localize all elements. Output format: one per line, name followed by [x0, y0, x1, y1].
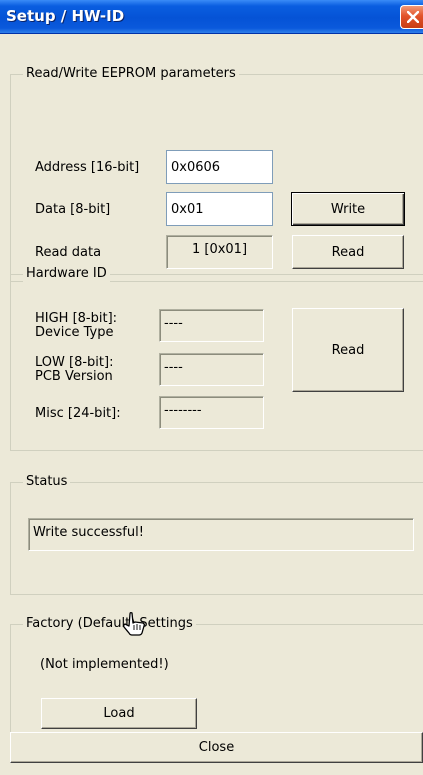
hardware-id-group-label: Hardware ID — [23, 266, 110, 282]
mouse-cursor-icon — [123, 612, 145, 636]
low-label-line2: PCB Version — [35, 369, 113, 384]
hardware-read-button[interactable]: Read — [292, 308, 404, 392]
hardware-id-group: Hardware ID HIGH [8-bit]: Device Type --… — [10, 266, 423, 451]
eeprom-read-button[interactable]: Read — [292, 235, 404, 269]
low-label-line1: LOW [8-bit]: — [35, 355, 114, 370]
misc-label: Misc [24-bit]: — [35, 406, 121, 421]
dialog-close-button[interactable]: Close — [10, 732, 423, 763]
eeprom-group: Read/Write EEPROM parameters Address [16… — [10, 66, 423, 282]
read-data-display: 1 [0x01] — [166, 235, 273, 269]
eeprom-group-label: Read/Write EEPROM parameters — [23, 66, 239, 82]
data-input[interactable] — [166, 192, 273, 226]
load-button[interactable]: Load — [41, 698, 197, 729]
status-message: Write successful! — [28, 518, 414, 551]
high-label-line2: Device Type — [35, 325, 114, 340]
status-group-label: Status — [23, 474, 71, 490]
high-label-line1: HIGH [8-bit]: — [35, 311, 118, 326]
address-input[interactable] — [166, 150, 273, 184]
address-label: Address [16-bit] — [35, 160, 140, 175]
write-button[interactable]: Write — [291, 192, 405, 226]
factory-note: (Not implemented!) — [40, 657, 169, 672]
low-label: LOW [8-bit]: PCB Version — [35, 356, 113, 384]
factory-group: Factory (Default) Settings (Not implemen… — [10, 616, 423, 747]
title-bar: Setup / HW-ID — [0, 0, 423, 34]
high-label: HIGH [8-bit]: Device Type — [35, 312, 117, 340]
status-group: Status Write successful! — [10, 474, 423, 595]
read-data-label: Read data — [35, 245, 102, 260]
window-title: Setup / HW-ID — [6, 7, 125, 25]
data-label: Data [8-bit] — [35, 202, 111, 217]
factory-group-label: Factory (Default) Settings — [23, 616, 196, 632]
high-value-display: ---- — [159, 309, 264, 342]
low-value-display: ---- — [159, 353, 264, 386]
window-close-button[interactable] — [400, 5, 423, 29]
close-icon — [407, 11, 419, 23]
misc-value-display: -------- — [159, 396, 264, 429]
dialog-body: Read/Write EEPROM parameters Address [16… — [0, 34, 423, 775]
